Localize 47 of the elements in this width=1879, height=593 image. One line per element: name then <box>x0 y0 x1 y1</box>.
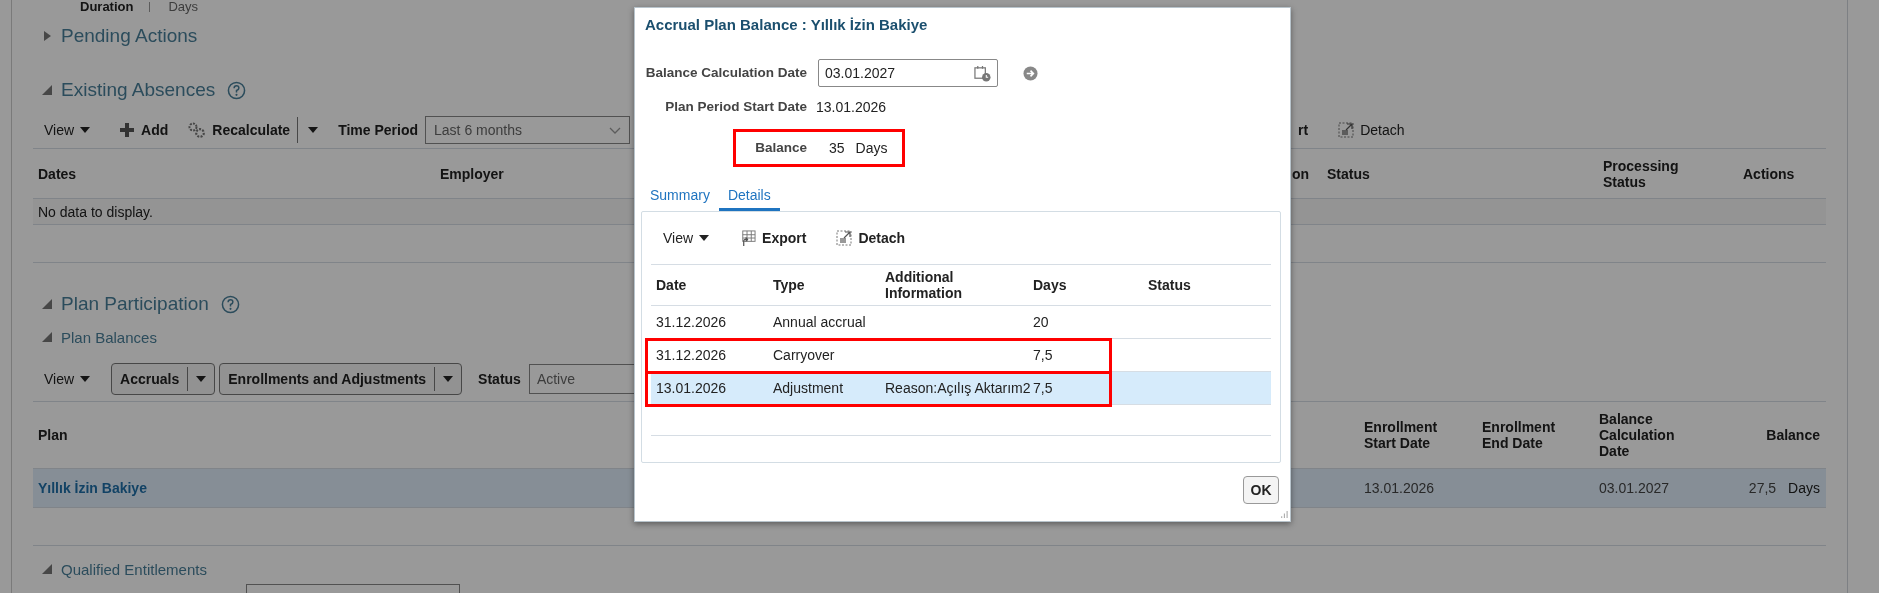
balance-value: 27,5 <box>1748 480 1777 496</box>
table-cell-text: 13.01.2026 <box>655 380 728 396</box>
column-header: Days <box>1032 277 1068 293</box>
table-cell: Reason:Açılış Aktarım2 <box>885 380 1031 396</box>
dialog-title: Accrual Plan Balance : Yıllık İzin Bakiye <box>644 15 929 35</box>
column-header: Status <box>1326 165 1371 182</box>
table-cell-text: Adjustment <box>772 380 845 396</box>
table-cell-text: 20 <box>1032 314 1050 330</box>
column-header: Enrollment End Date <box>1481 419 1557 451</box>
section-title: Existing Absences <box>61 79 216 101</box>
column-header: Status <box>1147 277 1192 293</box>
field-label: Time Period <box>338 122 419 138</box>
field-label: Status <box>478 371 521 387</box>
column-header: Balance Calculation Date <box>1598 411 1676 459</box>
section-title: Qualified Entitlements <box>61 560 207 578</box>
column-header: Enrollment Start Date <box>1363 419 1439 451</box>
column-header: Additional Information <box>884 269 963 301</box>
field-value: 35 <box>829 140 845 156</box>
empty-message: No data to display. <box>38 203 153 220</box>
table-cell-text: Carryover <box>772 347 836 363</box>
column-header: Employer <box>439 165 505 182</box>
section-title: Pending Actions <box>61 25 198 47</box>
section-title: Plan Participation <box>61 293 209 315</box>
table-cell-text: 31.12.2026 <box>655 314 728 330</box>
field-value: 13.01.2026 <box>816 99 887 115</box>
column-header: Processing Status <box>1602 157 1680 190</box>
unit-label: Days <box>1788 480 1820 496</box>
column-header: Balance <box>1765 427 1821 443</box>
field-label: Balance <box>754 139 807 157</box>
field-label: Plan Period Start Date <box>664 98 807 116</box>
column-header: Plan <box>37 427 69 443</box>
table-cell-text: 7,5 <box>1032 347 1054 363</box>
table-cell-text: 31.12.2026 <box>655 347 728 363</box>
column-header: on <box>1292 165 1311 182</box>
column-header: Date <box>655 277 688 293</box>
unit-label: Days <box>855 140 888 156</box>
field-value: Days <box>168 0 199 14</box>
column-header: Actions <box>1742 165 1796 182</box>
column-header: Type <box>772 277 806 293</box>
section-title: Plan Balances <box>61 328 157 346</box>
field-label: Balance Calculation Date <box>644 64 807 82</box>
table-cell-text: 13.01.2026 <box>1363 480 1436 496</box>
column-header: Dates <box>37 165 78 182</box>
table-cell-text: Annual accrual <box>772 314 867 330</box>
table-cell-text: 03.01.2027 <box>1598 480 1671 496</box>
table-cell-text: 7,5 <box>1032 380 1054 396</box>
field-label: Duration <box>80 0 134 14</box>
